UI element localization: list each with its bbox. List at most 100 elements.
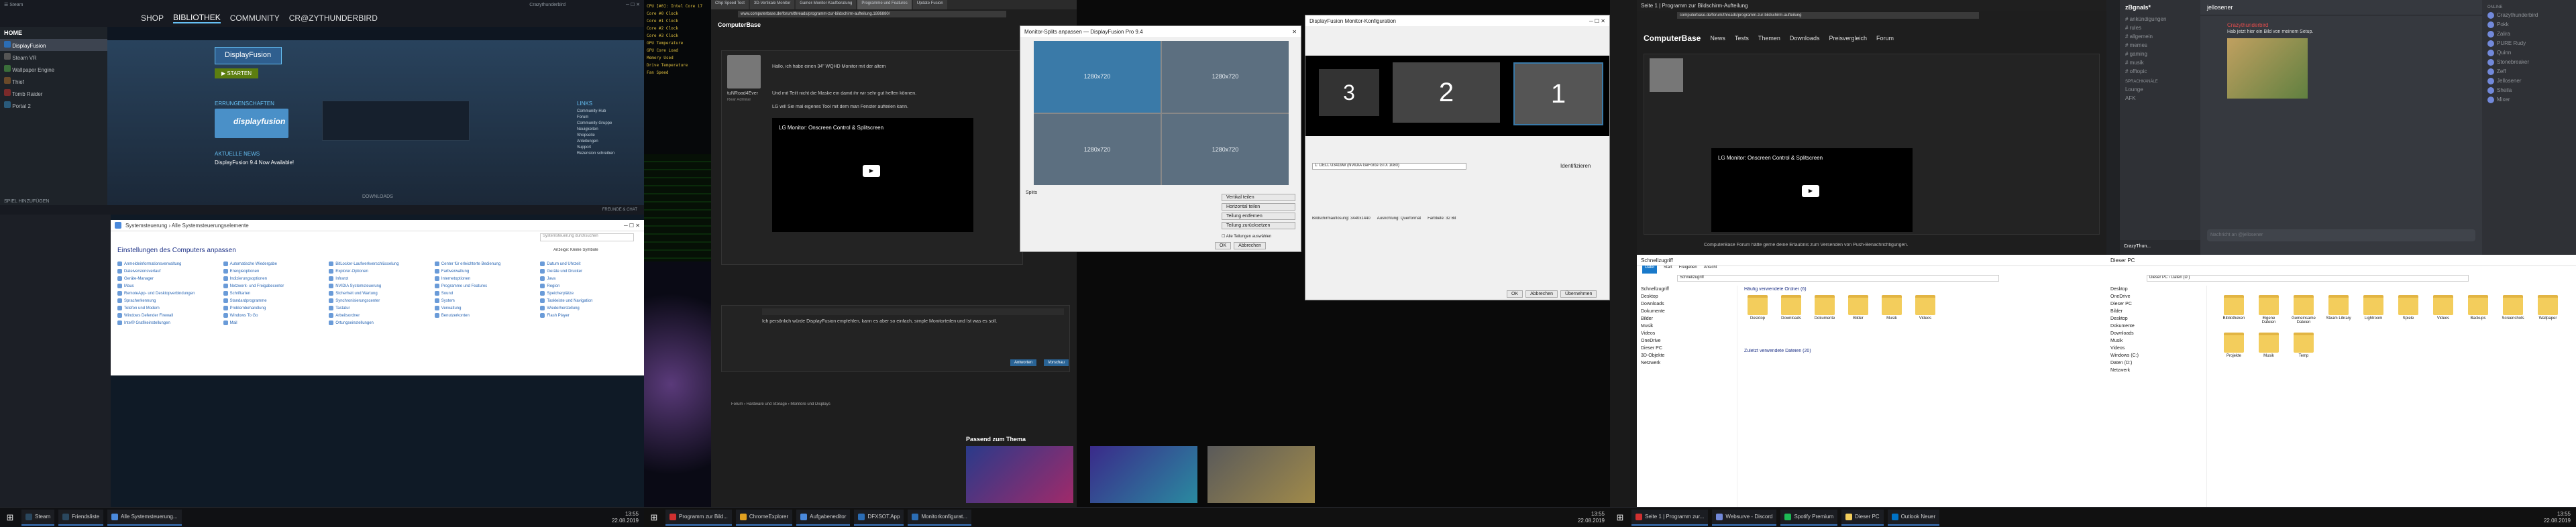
folder-item[interactable]: Eigene Dateien <box>2255 295 2282 325</box>
message-image[interactable] <box>2227 38 2308 99</box>
add-game-button[interactable]: SPIEL HINZUFÜGEN <box>4 199 49 204</box>
related-thumb-2[interactable] <box>1090 446 1197 503</box>
control-panel-item[interactable]: Dateiversionsverlauf <box>117 268 218 275</box>
explorer-nav-item[interactable]: Desktop <box>2106 286 2206 293</box>
folder-item[interactable]: Downloads <box>1778 295 1805 320</box>
control-panel-item[interactable]: Intel® Grafikeinstellungen <box>117 319 218 327</box>
browser-3-address[interactable]: computerbase.de/forum/threads/programm-z… <box>1677 12 1979 19</box>
monitor-dropdown[interactable]: 1: DELL U3419W (NVIDIA GeForce GTX 1080) <box>1312 163 1466 170</box>
discord-member[interactable]: Zalira <box>2482 30 2576 39</box>
link-review[interactable]: Rezension schreiben <box>577 151 637 157</box>
taskbar-item-explorer[interactable]: Dieser PC <box>1841 509 1884 526</box>
window-controls-icon[interactable]: ─ ☐ ✕ <box>1589 18 1609 24</box>
explorer-nav-item[interactable]: Windows (C:) <box>2106 352 2206 359</box>
explorer-left-address[interactable]: Schnellzugriff <box>1677 275 1999 282</box>
control-panel-item[interactable]: Standardprogramme <box>223 297 324 304</box>
link-support[interactable]: Support <box>577 145 637 151</box>
folder-item[interactable]: Videos <box>1912 295 1939 320</box>
discord-member[interactable]: Sheila <box>2482 86 2576 95</box>
explorer-nav-item[interactable]: Dieser PC <box>1637 345 1737 352</box>
monitor-1-tile[interactable]: 1 <box>1513 62 1603 125</box>
control-panel-item[interactable]: Problembehandlung <box>223 304 324 312</box>
tab-4[interactable]: Programme und Features <box>857 0 912 9</box>
taskbar-item-discord[interactable]: Websurve - Discord <box>1712 509 1777 526</box>
control-panel-item[interactable]: Indizierungsoptionen <box>223 275 324 282</box>
control-panel-item[interactable]: Windows Defender Firewall <box>117 312 218 319</box>
preview-button[interactable]: Vorschau <box>1044 359 1069 366</box>
control-panel-item[interactable]: Ortungseinstellungen <box>329 319 429 327</box>
explorer-nav-item[interactable]: OneDrive <box>2106 293 2206 300</box>
ribbon-start[interactable]: Start <box>1664 266 1672 274</box>
explorer-nav-item[interactable]: Dokumente <box>1637 308 1737 315</box>
folder-item[interactable]: Spiele <box>2395 295 2422 325</box>
remove-split-button[interactable]: Teilung entfernen <box>1222 213 1295 220</box>
control-panel-item[interactable]: Region <box>540 282 641 290</box>
control-panel-item[interactable]: System <box>434 297 535 304</box>
sidebar-item-thief[interactable]: Thief <box>0 75 107 87</box>
play-button[interactable]: ▶ STARTEN <box>215 68 258 78</box>
explorer-nav-item[interactable]: Dieser PC <box>2106 300 2206 308</box>
explorer-nav-item[interactable]: Videos <box>2106 345 2206 352</box>
control-panel-item[interactable]: Maus <box>117 282 218 290</box>
windows-start-icon[interactable]: ⊞ <box>1613 510 1627 525</box>
taskbar-clock[interactable]: 13:55 22.08.2019 <box>1578 511 1610 524</box>
discord-member[interactable]: Quinn <box>2482 48 2576 58</box>
taskbar-item-chrome[interactable]: ChromeExplorer <box>735 509 793 526</box>
control-panel-item[interactable]: Internetoptionen <box>434 275 535 282</box>
link-guides[interactable]: Anleitungen <box>577 139 637 145</box>
window-controls-icon[interactable]: ─ ☐ ✕ <box>624 223 644 229</box>
apply-button[interactable]: Übernehmen <box>1560 290 1597 298</box>
control-panel-item[interactable]: Datum und Uhrzeit <box>540 260 641 268</box>
reply-textarea[interactable]: Ich persönlich würde DisplayFusion empfe… <box>762 319 1064 324</box>
control-panel-item[interactable]: Arbeitsordner <box>329 312 429 319</box>
ok-button[interactable]: OK <box>1507 290 1523 298</box>
discord-username[interactable]: CrazyThun... <box>2124 244 2151 249</box>
explorer-right-address[interactable]: Dieser PC › Daten (D:) <box>2147 275 2469 282</box>
discord-channel[interactable]: # offtopic <box>2120 67 2200 76</box>
control-panel-item[interactable]: Wiederherstellung <box>540 304 641 312</box>
discord-channel[interactable]: # ankündigungen <box>2120 15 2200 23</box>
split-cell-3[interactable]: 1280x720 <box>1034 113 1161 185</box>
sidebar-item-portal[interactable]: Portal 2 <box>0 99 107 111</box>
link-group[interactable]: Community-Gruppe <box>577 121 637 127</box>
taskbar-item-monitor-config[interactable]: Monitorkonfigurat... <box>908 509 971 526</box>
control-panel-item[interactable]: Benutzerkonten <box>434 312 535 319</box>
folder-item[interactable]: Temp <box>2290 333 2317 358</box>
discord-channel[interactable]: # musik <box>2120 58 2200 67</box>
explorer-nav-item[interactable]: Bilder <box>2106 308 2206 315</box>
sidebar-item-tombraider[interactable]: Tomb Raider <box>0 87 107 99</box>
split-cell-2[interactable]: 1280x720 <box>1162 41 1289 113</box>
taskbar-item-outlook[interactable]: Outlook Neuer <box>1887 509 1940 526</box>
control-panel-item[interactable]: Netzwerk- und Freigabecenter <box>223 282 324 290</box>
discord-channel[interactable]: # memes <box>2120 41 2200 50</box>
steam-menu-icon[interactable]: ☰ Steam <box>4 2 23 7</box>
identify-button[interactable]: Identifizieren <box>1560 163 1591 169</box>
discord-member[interactable]: PURE Rudy <box>2482 39 2576 48</box>
explorer-nav-item[interactable]: Musik <box>1637 323 1737 330</box>
control-panel-item[interactable]: Geräte und Drucker <box>540 268 641 275</box>
play-icon[interactable]: ▶ <box>1802 185 1819 197</box>
split-cell-4[interactable]: 1280x720 <box>1162 113 1289 185</box>
folder-item[interactable]: Steam Library <box>2325 295 2352 325</box>
control-panel-item[interactable]: Synchronisierungscenter <box>329 297 429 304</box>
folder-item[interactable]: Bibliotheken <box>2220 295 2247 325</box>
folder-item[interactable]: Musik <box>2255 333 2282 358</box>
nav-preisvergleich[interactable]: Preisvergleich <box>1829 35 1867 42</box>
tab-2[interactable]: 3D-Vertikale Monitor <box>749 0 795 9</box>
downloads-label[interactable]: DOWNLOADS <box>362 194 393 199</box>
sidebar-home[interactable]: HOME <box>0 27 107 39</box>
control-panel-item[interactable]: BitLocker-Laufwerkverschlüsselung <box>329 260 429 268</box>
taskbar-clock[interactable]: 13:55 22.08.2019 <box>2544 511 2576 524</box>
control-panel-item[interactable]: Java <box>540 275 641 282</box>
control-panel-item[interactable]: Telefon und Modem <box>117 304 218 312</box>
post-username[interactable]: tuNRoad4Ever <box>727 91 758 96</box>
control-panel-item[interactable]: Sicherheit und Wartung <box>329 290 429 297</box>
taskbar-clock[interactable]: 13:55 22.08.2019 <box>612 511 644 524</box>
control-panel-item[interactable]: Anmeldeinformationsverwaltung <box>117 260 218 268</box>
nav-themen[interactable]: Themen <box>1758 35 1780 42</box>
sidebar-item-displayfusion[interactable]: DisplayFusion <box>0 39 107 51</box>
discord-member[interactable]: Zeff <box>2482 67 2576 76</box>
split-cell-1[interactable]: 1280x720 <box>1034 41 1161 113</box>
explorer-nav-item[interactable]: Videos <box>1637 330 1737 337</box>
control-panel-item[interactable]: Programme und Features <box>434 282 535 290</box>
